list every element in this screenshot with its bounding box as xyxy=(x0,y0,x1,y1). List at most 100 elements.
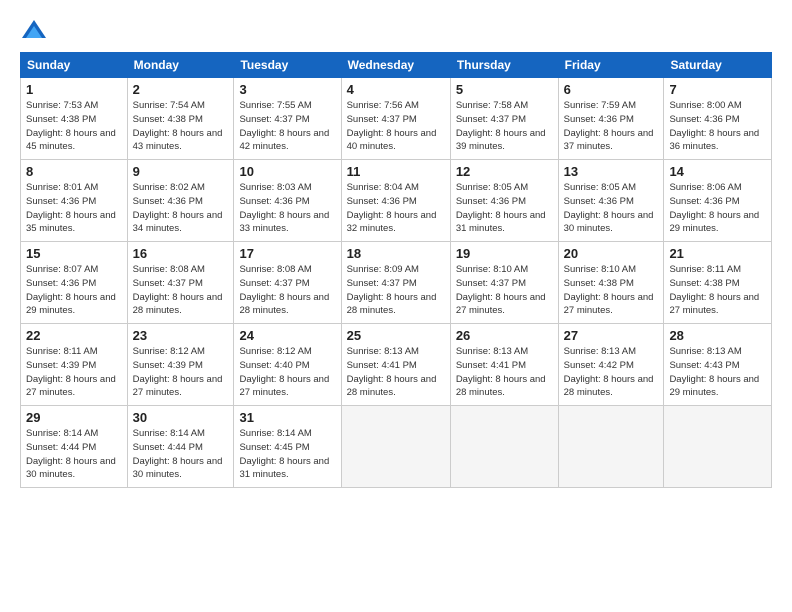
day-number: 9 xyxy=(133,164,229,179)
logo-icon xyxy=(20,18,48,46)
calendar-cell: 20 Sunrise: 8:10 AMSunset: 4:38 PMDaylig… xyxy=(558,242,664,324)
weekday-header-monday: Monday xyxy=(127,53,234,78)
day-info: Sunrise: 7:53 AMSunset: 4:38 PMDaylight:… xyxy=(26,99,122,154)
day-number: 23 xyxy=(133,328,229,343)
calendar-cell: 5 Sunrise: 7:58 AMSunset: 4:37 PMDayligh… xyxy=(450,78,558,160)
calendar-cell: 19 Sunrise: 8:10 AMSunset: 4:37 PMDaylig… xyxy=(450,242,558,324)
calendar-cell: 15 Sunrise: 8:07 AMSunset: 4:36 PMDaylig… xyxy=(21,242,128,324)
calendar-cell: 27 Sunrise: 8:13 AMSunset: 4:42 PMDaylig… xyxy=(558,324,664,406)
calendar-cell: 4 Sunrise: 7:56 AMSunset: 4:37 PMDayligh… xyxy=(341,78,450,160)
day-info: Sunrise: 8:01 AMSunset: 4:36 PMDaylight:… xyxy=(26,181,122,236)
week-row-1: 1 Sunrise: 7:53 AMSunset: 4:38 PMDayligh… xyxy=(21,78,772,160)
calendar-cell xyxy=(664,406,772,488)
day-number: 30 xyxy=(133,410,229,425)
calendar-cell: 22 Sunrise: 8:11 AMSunset: 4:39 PMDaylig… xyxy=(21,324,128,406)
weekday-header-tuesday: Tuesday xyxy=(234,53,341,78)
day-info: Sunrise: 8:14 AMSunset: 4:44 PMDaylight:… xyxy=(133,427,229,482)
calendar-cell: 7 Sunrise: 8:00 AMSunset: 4:36 PMDayligh… xyxy=(664,78,772,160)
day-number: 19 xyxy=(456,246,553,261)
day-info: Sunrise: 8:13 AMSunset: 4:43 PMDaylight:… xyxy=(669,345,766,400)
calendar-cell: 10 Sunrise: 8:03 AMSunset: 4:36 PMDaylig… xyxy=(234,160,341,242)
logo xyxy=(20,18,50,46)
day-number: 20 xyxy=(564,246,659,261)
day-info: Sunrise: 7:59 AMSunset: 4:36 PMDaylight:… xyxy=(564,99,659,154)
day-info: Sunrise: 8:03 AMSunset: 4:36 PMDaylight:… xyxy=(239,181,335,236)
calendar-cell: 26 Sunrise: 8:13 AMSunset: 4:41 PMDaylig… xyxy=(450,324,558,406)
day-number: 28 xyxy=(669,328,766,343)
day-info: Sunrise: 7:58 AMSunset: 4:37 PMDaylight:… xyxy=(456,99,553,154)
week-row-4: 22 Sunrise: 8:11 AMSunset: 4:39 PMDaylig… xyxy=(21,324,772,406)
day-number: 24 xyxy=(239,328,335,343)
day-info: Sunrise: 8:11 AMSunset: 4:38 PMDaylight:… xyxy=(669,263,766,318)
weekday-header-wednesday: Wednesday xyxy=(341,53,450,78)
weekday-header-thursday: Thursday xyxy=(450,53,558,78)
day-info: Sunrise: 8:13 AMSunset: 4:41 PMDaylight:… xyxy=(347,345,445,400)
day-number: 17 xyxy=(239,246,335,261)
calendar-cell: 13 Sunrise: 8:05 AMSunset: 4:36 PMDaylig… xyxy=(558,160,664,242)
day-number: 12 xyxy=(456,164,553,179)
day-number: 1 xyxy=(26,82,122,97)
day-info: Sunrise: 8:04 AMSunset: 4:36 PMDaylight:… xyxy=(347,181,445,236)
day-info: Sunrise: 8:02 AMSunset: 4:36 PMDaylight:… xyxy=(133,181,229,236)
day-number: 11 xyxy=(347,164,445,179)
calendar-cell xyxy=(341,406,450,488)
day-number: 4 xyxy=(347,82,445,97)
day-info: Sunrise: 8:09 AMSunset: 4:37 PMDaylight:… xyxy=(347,263,445,318)
calendar-cell: 2 Sunrise: 7:54 AMSunset: 4:38 PMDayligh… xyxy=(127,78,234,160)
day-number: 29 xyxy=(26,410,122,425)
day-info: Sunrise: 8:08 AMSunset: 4:37 PMDaylight:… xyxy=(133,263,229,318)
calendar-cell: 18 Sunrise: 8:09 AMSunset: 4:37 PMDaylig… xyxy=(341,242,450,324)
day-number: 10 xyxy=(239,164,335,179)
day-info: Sunrise: 8:13 AMSunset: 4:42 PMDaylight:… xyxy=(564,345,659,400)
header xyxy=(20,18,772,46)
day-number: 6 xyxy=(564,82,659,97)
day-info: Sunrise: 7:56 AMSunset: 4:37 PMDaylight:… xyxy=(347,99,445,154)
calendar-cell: 1 Sunrise: 7:53 AMSunset: 4:38 PMDayligh… xyxy=(21,78,128,160)
day-info: Sunrise: 8:05 AMSunset: 4:36 PMDaylight:… xyxy=(456,181,553,236)
weekday-header-friday: Friday xyxy=(558,53,664,78)
day-info: Sunrise: 8:14 AMSunset: 4:44 PMDaylight:… xyxy=(26,427,122,482)
calendar-cell: 23 Sunrise: 8:12 AMSunset: 4:39 PMDaylig… xyxy=(127,324,234,406)
day-info: Sunrise: 8:13 AMSunset: 4:41 PMDaylight:… xyxy=(456,345,553,400)
day-number: 26 xyxy=(456,328,553,343)
calendar-cell: 29 Sunrise: 8:14 AMSunset: 4:44 PMDaylig… xyxy=(21,406,128,488)
calendar-table: SundayMondayTuesdayWednesdayThursdayFrid… xyxy=(20,52,772,488)
day-info: Sunrise: 7:55 AMSunset: 4:37 PMDaylight:… xyxy=(239,99,335,154)
day-info: Sunrise: 8:08 AMSunset: 4:37 PMDaylight:… xyxy=(239,263,335,318)
calendar-cell: 31 Sunrise: 8:14 AMSunset: 4:45 PMDaylig… xyxy=(234,406,341,488)
day-info: Sunrise: 8:05 AMSunset: 4:36 PMDaylight:… xyxy=(564,181,659,236)
day-info: Sunrise: 8:10 AMSunset: 4:37 PMDaylight:… xyxy=(456,263,553,318)
day-number: 18 xyxy=(347,246,445,261)
day-number: 27 xyxy=(564,328,659,343)
day-info: Sunrise: 7:54 AMSunset: 4:38 PMDaylight:… xyxy=(133,99,229,154)
calendar-cell: 28 Sunrise: 8:13 AMSunset: 4:43 PMDaylig… xyxy=(664,324,772,406)
calendar-cell: 25 Sunrise: 8:13 AMSunset: 4:41 PMDaylig… xyxy=(341,324,450,406)
day-number: 31 xyxy=(239,410,335,425)
day-number: 14 xyxy=(669,164,766,179)
calendar-cell: 6 Sunrise: 7:59 AMSunset: 4:36 PMDayligh… xyxy=(558,78,664,160)
day-number: 5 xyxy=(456,82,553,97)
day-number: 25 xyxy=(347,328,445,343)
day-info: Sunrise: 8:14 AMSunset: 4:45 PMDaylight:… xyxy=(239,427,335,482)
day-number: 15 xyxy=(26,246,122,261)
calendar-cell: 30 Sunrise: 8:14 AMSunset: 4:44 PMDaylig… xyxy=(127,406,234,488)
calendar-cell: 16 Sunrise: 8:08 AMSunset: 4:37 PMDaylig… xyxy=(127,242,234,324)
page: SundayMondayTuesdayWednesdayThursdayFrid… xyxy=(0,0,792,498)
week-row-2: 8 Sunrise: 8:01 AMSunset: 4:36 PMDayligh… xyxy=(21,160,772,242)
day-info: Sunrise: 8:11 AMSunset: 4:39 PMDaylight:… xyxy=(26,345,122,400)
calendar-cell xyxy=(558,406,664,488)
day-info: Sunrise: 8:06 AMSunset: 4:36 PMDaylight:… xyxy=(669,181,766,236)
day-number: 8 xyxy=(26,164,122,179)
weekday-header-row: SundayMondayTuesdayWednesdayThursdayFrid… xyxy=(21,53,772,78)
calendar-cell: 12 Sunrise: 8:05 AMSunset: 4:36 PMDaylig… xyxy=(450,160,558,242)
calendar-cell xyxy=(450,406,558,488)
day-number: 3 xyxy=(239,82,335,97)
weekday-header-saturday: Saturday xyxy=(664,53,772,78)
calendar-cell: 24 Sunrise: 8:12 AMSunset: 4:40 PMDaylig… xyxy=(234,324,341,406)
day-info: Sunrise: 8:07 AMSunset: 4:36 PMDaylight:… xyxy=(26,263,122,318)
day-number: 2 xyxy=(133,82,229,97)
day-number: 16 xyxy=(133,246,229,261)
calendar-cell: 17 Sunrise: 8:08 AMSunset: 4:37 PMDaylig… xyxy=(234,242,341,324)
day-number: 22 xyxy=(26,328,122,343)
day-info: Sunrise: 8:12 AMSunset: 4:40 PMDaylight:… xyxy=(239,345,335,400)
